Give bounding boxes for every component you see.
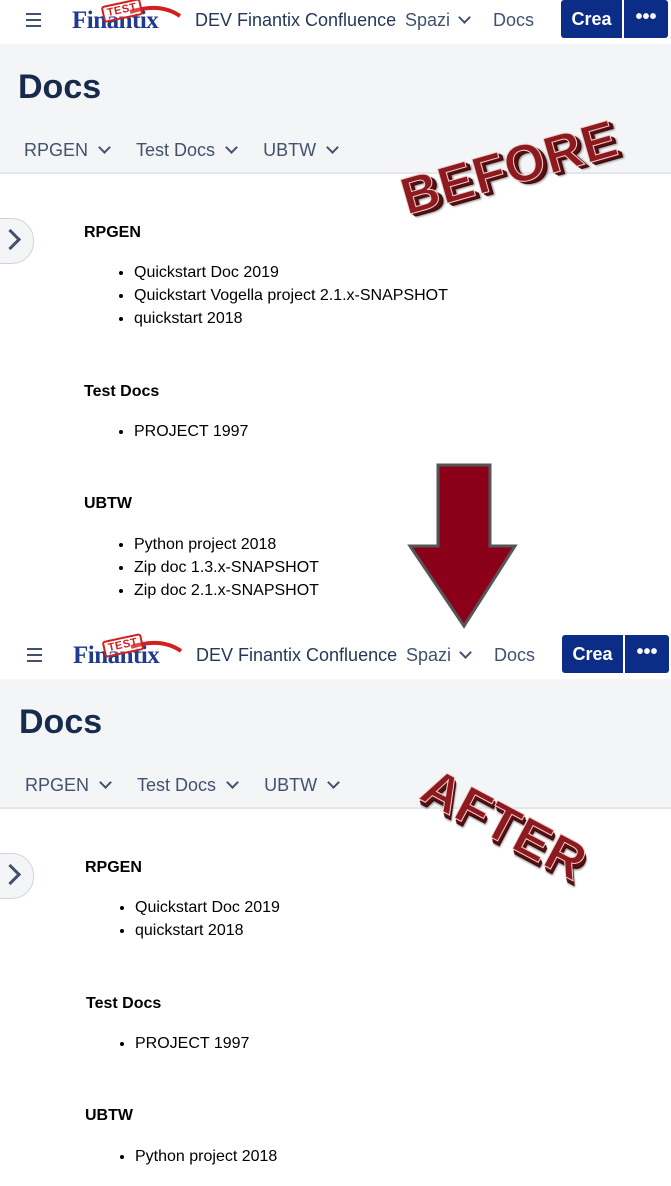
doc-link[interactable]: Quickstart Doc 2019: [134, 264, 279, 281]
chevron-right-icon: [0, 228, 22, 251]
tab-rpgen[interactable]: RPGEN: [24, 140, 111, 161]
more-options-button[interactable]: •••: [624, 0, 668, 38]
list-item[interactable]: quickstart 2018: [134, 307, 448, 330]
before-panel: Finantix TEST DEV Finantix Confluence Sp…: [0, 0, 671, 630]
section-title-ubtw: UBTW: [84, 495, 132, 512]
tab-label: RPGEN: [24, 140, 89, 160]
rpgen-doc-list: Quickstart Doc 2019 Quickstart Vogella p…: [116, 261, 448, 330]
section-title-rpgen: RPGEN: [85, 859, 142, 876]
chevron-down-icon: [327, 776, 340, 789]
list-item[interactable]: PROJECT 1997: [134, 420, 248, 443]
section-title-ubtw: UBTW: [85, 1107, 133, 1124]
finantix-logo[interactable]: Finantix TEST: [71, 633, 183, 673]
doc-link[interactable]: Quickstart Doc 2019: [135, 899, 280, 916]
doc-link[interactable]: Zip doc 1.3.x-SNAPSHOT: [134, 559, 319, 576]
tab-label: Test Docs: [137, 775, 217, 795]
chevron-down-icon: [99, 776, 112, 789]
section-title-rpgen: RPGEN: [84, 224, 141, 241]
tab-ubtw[interactable]: UBTW: [264, 775, 340, 796]
tab-label: RPGEN: [25, 775, 90, 795]
spaces-label: Spazi: [405, 10, 451, 30]
app-title[interactable]: DEV Finantix Confluence: [195, 10, 396, 31]
list-item[interactable]: PROJECT 1997: [135, 1032, 249, 1055]
doc-link[interactable]: Python project 2018: [134, 536, 276, 553]
list-item[interactable]: Quickstart Doc 2019: [135, 896, 280, 919]
test-docs-list: PROJECT 1997: [117, 1032, 249, 1055]
more-options-button[interactable]: •••: [625, 635, 669, 673]
doc-link[interactable]: Quickstart Vogella project 2.1.x-SNAPSHO…: [134, 287, 448, 304]
sidebar-expand-handle[interactable]: [0, 853, 34, 899]
chevron-down-icon: [458, 11, 471, 24]
create-button[interactable]: Crea: [561, 0, 622, 38]
docs-nav-link[interactable]: Docs: [493, 10, 534, 31]
doc-link[interactable]: quickstart 2018: [135, 922, 244, 939]
list-item[interactable]: Python project 2018: [135, 1145, 277, 1168]
tab-label: Test Docs: [136, 140, 216, 160]
list-item[interactable]: Zip doc 2.1.x-SNAPSHOT: [134, 579, 319, 602]
chevron-down-icon: [226, 776, 239, 789]
hamburger-menu-icon[interactable]: [25, 645, 45, 665]
create-button[interactable]: Crea: [562, 635, 623, 673]
doc-link[interactable]: Zip doc 2.1.x-SNAPSHOT: [134, 582, 319, 599]
chevron-down-icon: [459, 646, 472, 659]
page-header: Docs RPGEN Test Docs UBTW: [0, 679, 671, 809]
list-item[interactable]: Zip doc 1.3.x-SNAPSHOT: [134, 556, 319, 579]
chevron-right-icon: [0, 863, 22, 886]
chevron-down-icon: [98, 141, 111, 154]
list-item[interactable]: Python project 2018: [134, 533, 319, 556]
page-title: Docs: [18, 68, 102, 106]
top-navigation-bar: Finantix TEST DEV Finantix Confluence Sp…: [0, 633, 671, 677]
chevron-down-icon: [326, 141, 339, 154]
ubtw-doc-list: Python project 2018: [117, 1145, 277, 1168]
docs-nav-link[interactable]: Docs: [494, 645, 535, 666]
doc-link[interactable]: quickstart 2018: [134, 310, 243, 327]
list-item[interactable]: Quickstart Vogella project 2.1.x-SNAPSHO…: [134, 284, 448, 307]
test-docs-list: PROJECT 1997: [116, 420, 248, 443]
section-title-test-docs: Test Docs: [86, 995, 162, 1012]
space-tabs: RPGEN Test Docs UBTW: [24, 140, 359, 161]
tab-label: UBTW: [263, 140, 317, 160]
top-navigation-bar: Finantix TEST DEV Finantix Confluence Sp…: [0, 0, 671, 42]
tab-label: UBTW: [264, 775, 318, 795]
doc-link[interactable]: Python project 2018: [135, 1148, 277, 1165]
after-panel: Finantix TEST DEV Finantix Confluence Sp…: [0, 633, 671, 1186]
page-title: Docs: [19, 703, 103, 741]
doc-link[interactable]: PROJECT 1997: [134, 423, 248, 440]
finantix-logo[interactable]: Finantix TEST: [70, 0, 182, 38]
doc-link[interactable]: PROJECT 1997: [135, 1035, 249, 1052]
spaces-menu[interactable]: Spazi: [405, 10, 471, 31]
tab-test-docs[interactable]: Test Docs: [136, 140, 238, 161]
rpgen-doc-list: Quickstart Doc 2019 quickstart 2018: [117, 896, 280, 942]
list-item[interactable]: Quickstart Doc 2019: [134, 261, 448, 284]
ubtw-doc-list: Python project 2018 Zip doc 1.3.x-SNAPSH…: [116, 533, 319, 602]
tab-test-docs[interactable]: Test Docs: [137, 775, 239, 796]
sidebar-expand-handle[interactable]: [0, 218, 34, 264]
down-arrow-icon: [407, 463, 518, 629]
hamburger-menu-icon[interactable]: [24, 10, 44, 30]
tab-rpgen[interactable]: RPGEN: [25, 775, 112, 796]
list-item[interactable]: quickstart 2018: [135, 919, 280, 942]
chevron-down-icon: [225, 141, 238, 154]
spaces-menu[interactable]: Spazi: [406, 645, 472, 666]
space-tabs: RPGEN Test Docs UBTW: [25, 775, 360, 796]
tab-ubtw[interactable]: UBTW: [263, 140, 339, 161]
section-title-test-docs: Test Docs: [84, 383, 160, 400]
spaces-label: Spazi: [406, 645, 452, 665]
app-title[interactable]: DEV Finantix Confluence: [196, 645, 397, 666]
